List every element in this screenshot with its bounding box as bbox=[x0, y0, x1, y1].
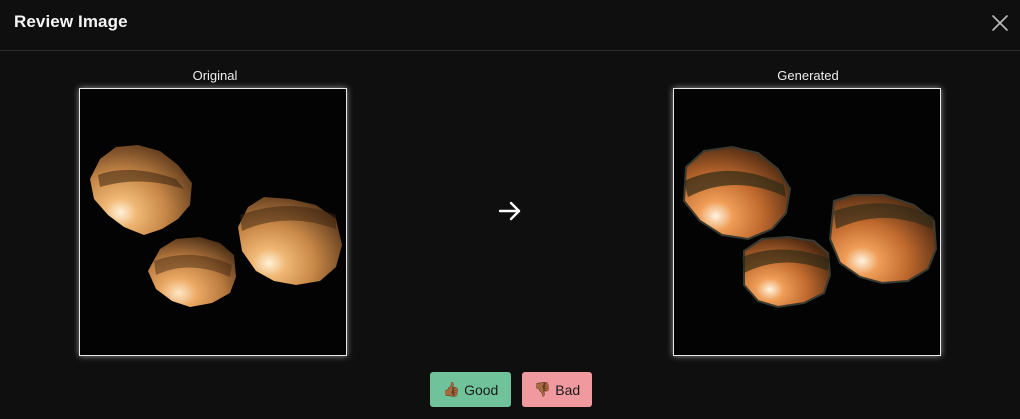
review-image-dialog: Review Image Original Generated 👍🏾 Good … bbox=[0, 0, 1020, 419]
dialog-title: Review Image bbox=[14, 12, 128, 31]
original-image bbox=[79, 88, 347, 356]
generated-image bbox=[673, 88, 941, 356]
thumbs-down-icon: 👎🏾 bbox=[533, 381, 552, 397]
bad-button[interactable]: 👎🏾 Bad bbox=[522, 372, 592, 407]
close-icon[interactable] bbox=[990, 13, 1010, 33]
good-button-label: Good bbox=[464, 381, 499, 398]
good-button[interactable]: 👍🏾 Good bbox=[430, 372, 511, 407]
thumbs-up-icon: 👍🏾 bbox=[442, 381, 461, 397]
original-label: Original bbox=[192, 68, 238, 83]
generated-label: Generated bbox=[777, 68, 839, 83]
arrow-right-icon bbox=[497, 199, 523, 223]
bad-button-label: Bad bbox=[555, 381, 581, 398]
dialog-header: Review Image bbox=[0, 0, 1020, 51]
